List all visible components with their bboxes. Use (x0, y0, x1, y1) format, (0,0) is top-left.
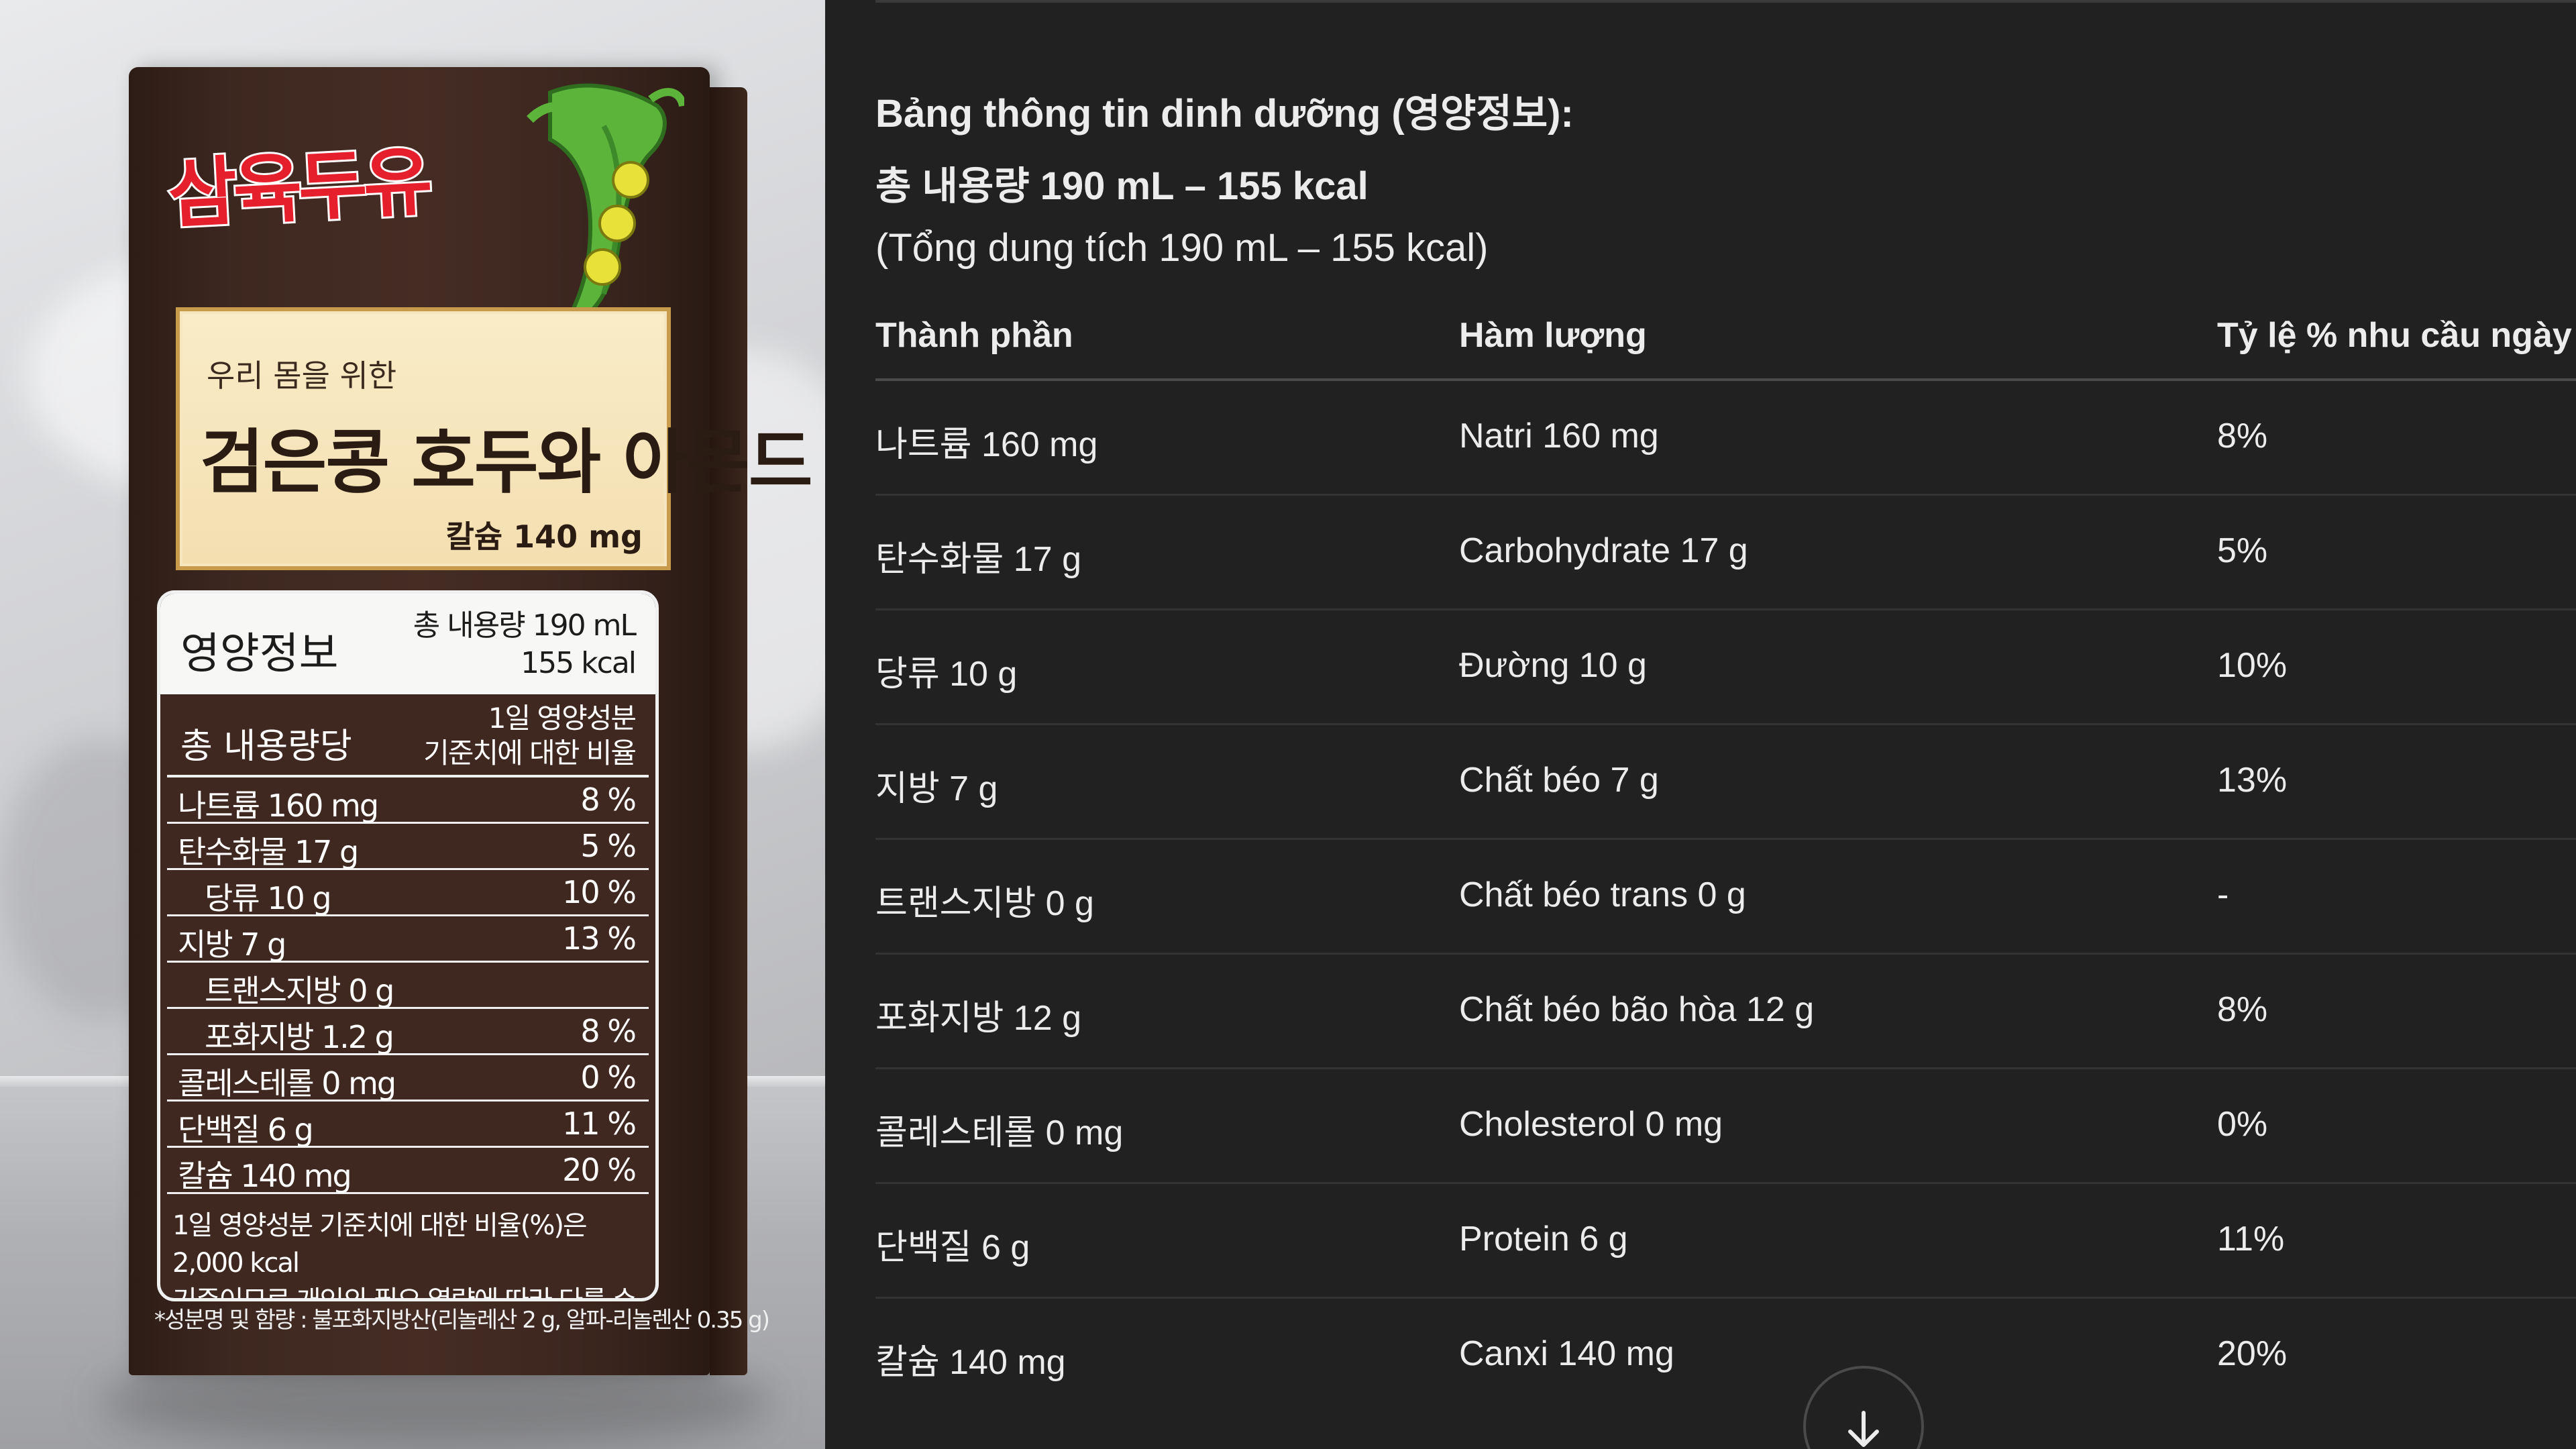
nutrition-row-percent: 20 % (562, 1152, 637, 1188)
nutrition-row-percent: 11 % (562, 1106, 637, 1142)
table-row: 나트륨 160 mg Natri 160 mg 8% (875, 381, 2576, 496)
nutrition-row-name: 지방 7 g (178, 926, 286, 963)
nutrition-row-percent: 8 % (580, 782, 637, 818)
header-ingredient: Thành phần (875, 316, 1073, 355)
nutrition-row-name: 나트륨 160 mg (178, 788, 379, 824)
nutrition-total-kcal: 155 kcal (521, 646, 637, 680)
nutrition-row-name: 단백질 6 g (178, 1112, 314, 1148)
nutrition-subnote: (Tổng dung tích 190 mL – 155 kcal) (875, 226, 1489, 270)
ingredients-note: *성분명 및 함량 : 불포화지방산(리놀레산 2 g, 알파-리놀렌산 0.3… (154, 1307, 770, 1334)
cell-korean: 탄수화물 17 g (875, 540, 1082, 579)
cell-percent: 10% (2217, 646, 2288, 685)
label-subtitle: 우리 몸을 위한 (207, 358, 397, 394)
nutrition-facts-box: 영양정보 총 내용량 190 mL 155 kcal 총 내용량당 1일 영양성… (157, 590, 659, 1301)
nutrition-subheading: 총 내용량 190 mL – 155 kcal (875, 164, 1368, 208)
nutrition-footnote: 1일 영양성분 기준치에 대한 비율(%)은 2,000 kcal 기준이므로 … (160, 1203, 655, 1301)
footnote-line1: 1일 영양성분 기준치에 대한 비율(%)은 2,000 kcal (172, 1210, 588, 1279)
nutrition-row-name: 칼슘 140 mg (178, 1158, 352, 1194)
cell-korean: 콜레스테롤 0 mg (875, 1114, 1124, 1152)
nutrition-row-name: 탄수화물 17 g (178, 834, 359, 870)
nutrition-row: 단백질 6 g 11 % (167, 1102, 649, 1148)
cell-percent: 8% (2217, 417, 2268, 455)
table-row: 콜레스테롤 0 mg Cholesterol 0 mg 0% (875, 1069, 2576, 1184)
nutrition-row-name: 포화지방 1.2 g (205, 1019, 394, 1055)
cell-percent: 11% (2217, 1220, 2285, 1258)
table-row: 포화지방 12 g Chất béo bão hòa 12 g 8% (875, 955, 2576, 1069)
nutrition-table: Thành phần Hàm lượng Tỷ lệ % nhu cầu ngà… (875, 305, 2576, 1411)
nutrition-total: 총 내용량 190 mL 155 kcal (413, 607, 637, 682)
cell-korean: 트랜스지방 0 g (875, 884, 1094, 923)
nutrition-row: 칼슘 140 mg 20 % (167, 1148, 649, 1194)
cell-vietnamese: Canxi 140 mg (1459, 1334, 1674, 1373)
cell-vietnamese: Chất béo 7 g (1459, 761, 1659, 800)
cell-korean: 단백질 6 g (875, 1228, 1030, 1267)
cell-vietnamese: Đường 10 g (1459, 646, 1647, 685)
nutrition-row: 탄수화물 17 g 5 % (167, 824, 649, 870)
nutrition-row: 포화지방 1.2 g 8 % (167, 1009, 649, 1055)
label-calcium: 칼슘 140 mg (445, 519, 643, 555)
cell-korean: 나트륨 160 mg (875, 425, 1098, 464)
screen: 삼육두유 우리 몸을 위한 검은콩 호두와 아몬드 칼슘 140 mg 영양정보… (0, 0, 2576, 1449)
cell-vietnamese: Natri 160 mg (1459, 417, 1659, 455)
per-total-label: 총 내용량당 (180, 727, 352, 767)
header-daily-percent: Tỷ lệ % nhu cầu ngày (2217, 316, 2572, 355)
cell-percent: 20% (2217, 1334, 2288, 1373)
table-row: 단백질 6 g Protein 6 g 11% (875, 1184, 2576, 1299)
cell-vietnamese: Cholesterol 0 mg (1459, 1105, 1723, 1144)
product-name-label: 우리 몸을 위한 검은콩 호두와 아몬드 칼슘 140 mg (176, 307, 813, 570)
cell-percent: 13% (2217, 761, 2288, 800)
chat-response-panel: Bảng thông tin dinh dưỡng (영양정보): 총 내용량 … (825, 0, 2576, 1449)
footnote-line2: 기준이므로 개인의 필요 열량에 따라 다를 수 있습니다. (172, 1285, 637, 1301)
nutrition-row-name: 콜레스테롤 0 mg (178, 1065, 396, 1102)
divider (875, 0, 2576, 3)
nutrition-row-percent: 8 % (580, 1013, 637, 1049)
nutrition-column-header: 총 내용량당 1일 영양성분 기준치에 대한 비율 (167, 694, 649, 777)
nutrition-row: 트랜스지방 0 g (167, 963, 649, 1009)
cell-vietnamese: Chất béo trans 0 g (1459, 875, 1746, 914)
cell-percent: 0% (2217, 1105, 2268, 1144)
nutrition-row-name: 트랜스지방 0 g (205, 973, 394, 1009)
daily-value-label: 1일 영양성분 기준치에 대한 비율 (423, 701, 637, 771)
carton-side (710, 87, 747, 1375)
nutrition-rows: 나트륨 160 mg 8 % 탄수화물 17 g 5 % 당류 10 g 10 % 지방 7… (167, 777, 649, 1194)
table-row: 트랜스지방 0 g Chất béo trans 0 g - (875, 840, 2576, 955)
nutrition-row: 지방 7 g 13 % (167, 916, 649, 963)
nutrition-row-name: 당류 10 g (205, 880, 332, 916)
table-row: 탄수화물 17 g Carbohydrate 17 g 5% (875, 496, 2576, 610)
cell-korean: 지방 7 g (875, 769, 998, 808)
table-row: 칼슘 140 mg Canxi 140 mg 20% (875, 1299, 2576, 1411)
nutrition-row: 콜레스테롤 0 mg 0 % (167, 1055, 649, 1102)
cell-vietnamese: Protein 6 g (1459, 1220, 1628, 1258)
nutrition-row: 나트륨 160 mg 8 % (167, 777, 649, 824)
nutrition-row: 당류 10 g 10 % (167, 870, 649, 916)
cell-korean: 포화지방 12 g (875, 999, 1082, 1038)
brand-logo: 삼육두유 (164, 136, 432, 241)
cell-vietnamese: Chất béo bão hòa 12 g (1459, 990, 1815, 1029)
nutrition-title: 영양정보 (180, 629, 339, 679)
cell-percent: 8% (2217, 990, 2268, 1029)
product-photo: 삼육두유 우리 몸을 위한 검은콩 호두와 아몬드 칼슘 140 mg 영양정보… (0, 0, 825, 1449)
nutrition-row-percent: 0 % (580, 1059, 637, 1095)
cell-percent: 5% (2217, 531, 2268, 570)
nutrition-header: 영양정보 총 내용량 190 mL 155 kcal (160, 594, 655, 694)
label-title: 검은콩 호두와 아몬드 (200, 421, 813, 503)
cell-vietnamese: Carbohydrate 17 g (1459, 531, 1748, 570)
table-row: 당류 10 g Đường 10 g 10% (875, 610, 2576, 725)
nutrition-total-volume: 총 내용량 190 mL (413, 608, 637, 643)
soybean-pod-illustration (527, 83, 684, 331)
table-body: 나트륨 160 mg Natri 160 mg 8% 탄수화물 17 g Carbohy… (875, 381, 2576, 1411)
cell-percent: - (2217, 875, 2229, 914)
nutrition-heading: Bảng thông tin dinh dưỡng (영양정보): (875, 92, 1574, 136)
daily-value-label-line2: 기준치에 대한 비율 (423, 737, 637, 769)
daily-value-label-line1: 1일 영양성분 (488, 702, 637, 735)
table-row: 지방 7 g Chất béo 7 g 13% (875, 725, 2576, 840)
table-header: Thành phần Hàm lượng Tỷ lệ % nhu cầu ngà… (875, 305, 2576, 381)
header-amount: Hàm lượng (1459, 316, 1647, 355)
cell-korean: 당류 10 g (875, 655, 1018, 694)
nutrition-row-percent: 10 % (562, 874, 637, 910)
nutrition-row-percent: 5 % (580, 828, 637, 864)
cell-korean: 칼슘 140 mg (875, 1343, 1066, 1382)
nutrition-row-percent: 13 % (562, 920, 637, 957)
arrow-down-icon (1848, 1411, 1879, 1447)
